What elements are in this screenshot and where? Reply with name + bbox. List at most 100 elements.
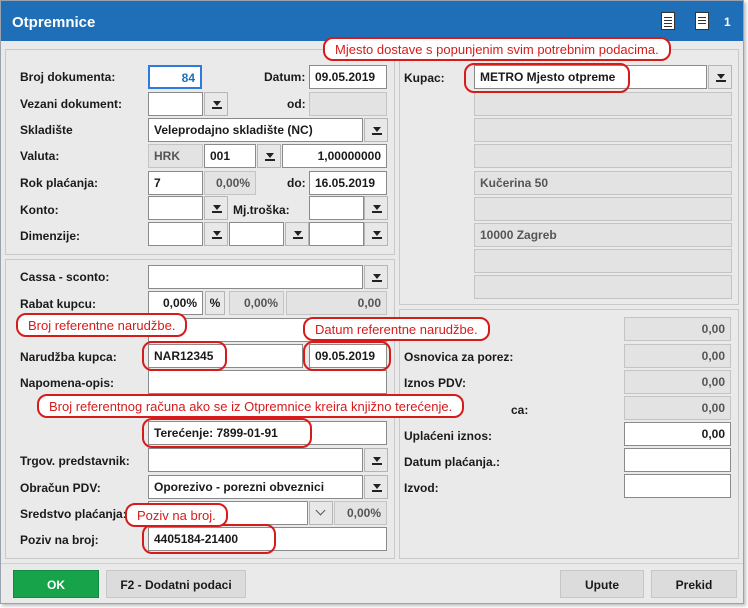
valuta-dropdown[interactable] <box>257 144 281 168</box>
skladiste-input[interactable]: Veleprodajno skladište (NC) <box>148 118 363 142</box>
cassa-sconto-dropdown[interactable] <box>364 265 388 289</box>
do-date-input[interactable]: 16.05.2019 <box>309 171 387 195</box>
callout-broj-ref-narudzbe: Broj referentne narudžbe. <box>16 313 188 337</box>
dimenzija-2-dropdown[interactable] <box>285 222 309 246</box>
total-row-1: 0,00 <box>624 317 731 341</box>
narudzba-datum-input[interactable]: 09.05.2019 <box>309 344 387 368</box>
iznos-pdv-value: 0,00 <box>624 370 731 394</box>
skladiste-label: Skladište <box>20 123 73 137</box>
kupac-label: Kupac: <box>404 71 445 85</box>
valuta-number-input[interactable]: 001 <box>204 144 256 168</box>
trgovacki-predstavnik-label: Trgov. predstavnik: <box>20 454 130 468</box>
osnovica-za-porez-label: Osnovica za porez: <box>404 350 514 364</box>
obracun-pdv-input[interactable]: Oporezivo - porezni obveznici <box>148 475 363 499</box>
datum-placanja-label: Datum plaćanja.: <box>404 455 501 469</box>
tecaj-input[interactable]: 1,00000000 <box>282 144 387 168</box>
rabat-kupcu-amount: 0,00 <box>286 291 387 315</box>
obracun-pdv-dropdown[interactable] <box>364 475 388 499</box>
uplaceni-iznos-input[interactable]: 0,00 <box>624 422 731 446</box>
kupac-city: 10000 Zagreb <box>474 223 732 247</box>
mjesto-troska-input[interactable] <box>309 196 364 220</box>
izvod-label: Izvod: <box>404 481 439 495</box>
hidden-total-label: ca: <box>511 403 529 417</box>
valuta-label: Valuta: <box>20 149 60 163</box>
sredstvo-placanja-pct: 0,00% <box>334 501 387 525</box>
osnovica-za-porez-value: 0,00 <box>624 344 731 368</box>
rabat-kupcu-label: Rabat kupcu: <box>20 297 97 311</box>
sredstvo-placanja-label: Sredstvo plaćanja: <box>20 507 127 521</box>
kupac-input[interactable]: METRO Mjesto otpreme <box>474 65 707 89</box>
iznos-pdv-label: Iznos PDV: <box>404 376 467 390</box>
sredstvo-placanja-dropdown[interactable] <box>309 501 333 525</box>
callout-poziv-na-broj: Poziv na broj. <box>125 503 228 527</box>
dimenzija-3-dropdown[interactable] <box>364 222 388 246</box>
otpremnice-window: Otpremnice 1 Broj dokumenta: 84 Datum: 0… <box>0 0 744 604</box>
vezani-dokument-dropdown[interactable] <box>204 92 228 116</box>
trgovacki-predstavnik-input[interactable] <box>148 448 363 472</box>
datum-placanja-input[interactable] <box>624 448 731 472</box>
rabat-kupcu-pct-input[interactable]: 0,00% <box>148 291 203 315</box>
kupac-dropdown[interactable] <box>708 65 732 89</box>
rok-placanja-label: Rok plaćanja: <box>20 176 99 190</box>
narudzba-kupca-label: Narudžba kupca: <box>20 350 117 364</box>
cassa-sconto-label: Cassa - sconto: <box>20 270 110 284</box>
callout-datum-ref-narudzbe: Datum referentne narudžbe. <box>303 317 490 341</box>
terecenje-input[interactable]: Terećenje: 7899-01-91 <box>148 421 387 445</box>
napomena-opis-input[interactable] <box>148 370 387 394</box>
od-input <box>309 92 387 116</box>
konto-input[interactable] <box>148 196 203 220</box>
title-bar: Otpremnice 1 <box>1 1 743 41</box>
rok-placanja-pct: 0,00% <box>204 171 256 195</box>
konto-label: Konto: <box>20 203 59 217</box>
vezani-dokument-label: Vezani dokument: <box>20 97 123 111</box>
document-edit-icon[interactable] <box>695 12 709 30</box>
rok-placanja-days-input[interactable]: 7 <box>148 171 203 195</box>
cassa-sconto-input[interactable] <box>148 265 363 289</box>
callout-broj-ref-racuna: Broj referentnog računa ako se iz Otprem… <box>37 394 465 418</box>
rabat-kupcu-pct-2: 0,00% <box>229 291 284 315</box>
broj-dokumenta-input[interactable]: 84 <box>148 65 202 89</box>
dimenzija-1-input[interactable] <box>148 222 203 246</box>
form-body: Broj dokumenta: 84 Datum: 09.05.2019 Vez… <box>1 37 743 563</box>
kupac-line-9 <box>474 275 732 299</box>
document-list-icon[interactable] <box>661 12 675 30</box>
kupac-address: Kučerina 50 <box>474 171 732 195</box>
poziv-na-broj-input[interactable]: 4405184-21400 <box>148 527 387 551</box>
upute-button[interactable]: Upute <box>560 570 644 598</box>
prekid-button[interactable]: Prekid <box>651 570 737 598</box>
uplaceni-iznos-label: Uplaćeni iznos: <box>404 429 493 443</box>
footer-bar: OK F2 - Dodatni podaci Upute Prekid <box>1 563 743 603</box>
dimenzija-2-input[interactable] <box>229 222 284 246</box>
vezani-dokument-input[interactable] <box>148 92 203 116</box>
od-label: od: <box>287 97 306 111</box>
mjesto-troska-dropdown[interactable] <box>364 196 388 220</box>
valuta-code: HRK <box>148 144 203 168</box>
trgovacki-predstavnik-dropdown[interactable] <box>364 448 388 472</box>
skladiste-dropdown[interactable] <box>364 118 388 142</box>
mjesto-troska-label: Mj.troška: <box>233 203 290 217</box>
dimenzija-3-input[interactable] <box>309 222 364 246</box>
datum-label: Datum: <box>264 70 306 84</box>
narudzba-kupca-input[interactable]: NAR12345 <box>148 344 303 368</box>
konto-dropdown[interactable] <box>204 196 228 220</box>
izvod-input[interactable] <box>624 474 731 498</box>
callout-mjesto-dostave: Mjesto dostave s popunjenim svim potrebn… <box>323 37 671 61</box>
datum-input[interactable]: 09.05.2019 <box>309 65 387 89</box>
hidden-total-value: 0,00 <box>624 396 731 420</box>
ok-button[interactable]: OK <box>13 570 99 598</box>
dimenzija-1-dropdown[interactable] <box>204 222 228 246</box>
kupac-line-4 <box>474 144 732 168</box>
do-label: do: <box>287 176 306 190</box>
kupac-line-6 <box>474 197 732 221</box>
obracun-pdv-label: Obračun PDV: <box>20 481 101 495</box>
window-title: Otpremnice <box>12 14 96 31</box>
rabat-pct-toggle-button[interactable]: % <box>205 291 225 315</box>
dimenzije-label: Dimenzije: <box>20 229 81 243</box>
broj-dokumenta-label: Broj dokumenta: <box>20 70 116 84</box>
kupac-line-3 <box>474 118 732 142</box>
dodatni-podaci-button[interactable]: F2 - Dodatni podaci <box>106 570 246 598</box>
toolbar-count-badge: 1 <box>724 15 731 29</box>
kupac-line-2 <box>474 92 732 116</box>
napomena-opis-label: Napomena-opis: <box>20 376 115 390</box>
kupac-line-8 <box>474 249 732 273</box>
